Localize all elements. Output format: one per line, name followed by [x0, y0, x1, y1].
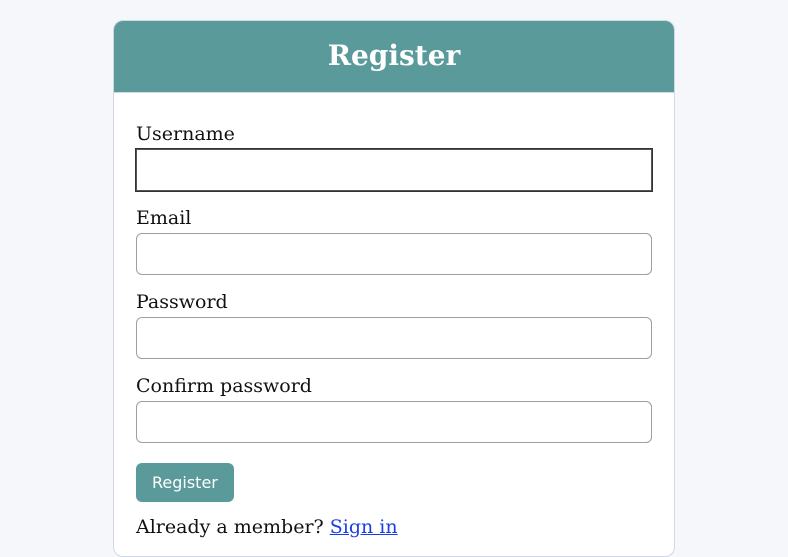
password-label: Password	[136, 291, 652, 313]
form-group-email: Email	[136, 207, 652, 275]
page-title: Register	[124, 39, 664, 72]
form-group-confirm-password: Confirm password	[136, 375, 652, 443]
register-card: Register Username Email Password Confirm…	[113, 20, 675, 557]
username-input[interactable]	[136, 149, 652, 191]
signin-link[interactable]: Sign in	[330, 516, 398, 538]
form-group-password: Password	[136, 291, 652, 359]
form-group-username: Username	[136, 123, 652, 191]
card-header: Register	[114, 21, 674, 93]
email-input[interactable]	[136, 233, 652, 275]
register-button[interactable]: Register	[136, 463, 234, 502]
register-form: Username Email Password Confirm password…	[136, 123, 652, 538]
confirm-password-label: Confirm password	[136, 375, 652, 397]
signin-prompt: Already a member?	[136, 516, 330, 538]
confirm-password-input[interactable]	[136, 401, 652, 443]
card-body: Username Email Password Confirm password…	[114, 93, 674, 556]
signin-row: Already a member? Sign in	[136, 516, 652, 538]
password-input[interactable]	[136, 317, 652, 359]
username-label: Username	[136, 123, 652, 145]
email-label: Email	[136, 207, 652, 229]
